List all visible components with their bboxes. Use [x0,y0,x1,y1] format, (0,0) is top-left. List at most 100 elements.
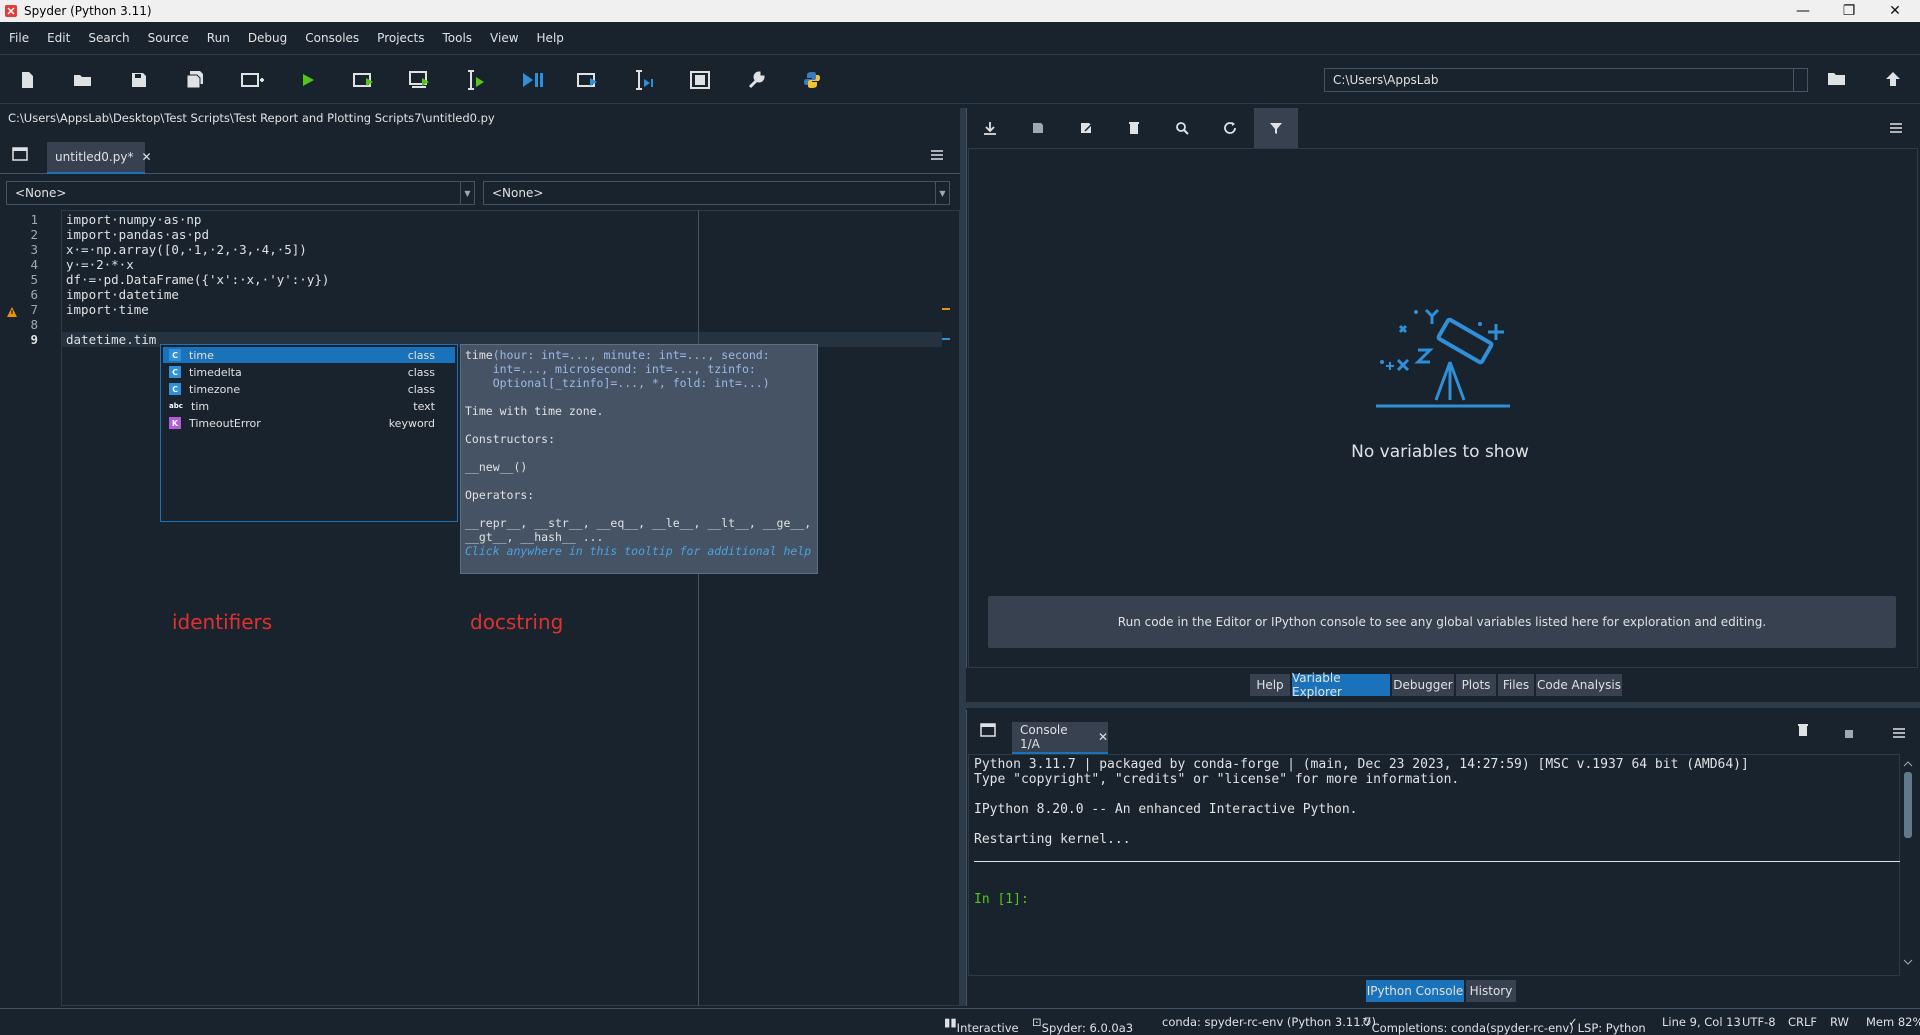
import-data-icon[interactable] [978,116,1002,140]
remove-variables-icon[interactable] [1122,116,1146,140]
tab-console-1a[interactable]: Console 1/A ✕ [1012,722,1108,754]
close-window-button[interactable]: ✕ [1872,0,1918,22]
line-number: 8 [30,317,38,332]
console-scrollbar[interactable] [1902,760,1914,966]
save-data-icon[interactable] [1026,116,1050,140]
code-editor[interactable] [0,210,960,1006]
save-data-as-icon[interactable] [1074,116,1098,140]
right-splitter[interactable] [966,702,1920,708]
tab-plots[interactable]: Plots [1456,674,1496,696]
remove-all-variables-icon[interactable] [1796,722,1814,740]
tab-ipython-console[interactable]: IPython Console [1366,980,1464,1002]
tab-files[interactable]: Files [1498,674,1534,696]
status-eol: CRLF [1788,1015,1818,1029]
status-completions[interactable]: ↻ Completions: conda(spyder-rc-env) [1362,1015,1574,1035]
menu-search[interactable]: Search [79,31,138,45]
run-cell-icon[interactable] [349,65,379,95]
console-options-menu-icon[interactable] [1892,724,1908,738]
menu-debug[interactable]: Debug [239,31,296,45]
tab-untitled0[interactable]: untitled0.py* ✕ [47,142,152,174]
menu-bar: File Edit Search Source Run Debug Consol… [0,22,1920,54]
status-mode[interactable]: ▮▮ Interactive [944,1015,1019,1035]
completion-item-time[interactable]: C time class [163,347,455,363]
completion-item-timezone[interactable]: C timezone class [163,381,455,397]
line-number: 2 [30,227,38,242]
stop-icon[interactable] [1844,724,1858,738]
menu-tools[interactable]: Tools [433,31,481,45]
function-selector-combo[interactable]: <None> ▼ [483,181,950,205]
run-cell-advance-icon[interactable] [405,65,435,95]
completion-item-tim[interactable]: abc tim text [163,398,455,414]
menu-help[interactable]: Help [528,31,573,45]
close-tab-icon[interactable]: ✕ [141,150,151,164]
chevron-down-icon[interactable]: ▼ [460,182,474,204]
refresh-icon[interactable] [1218,116,1242,140]
minimize-button[interactable]: — [1780,0,1826,22]
pane-options-menu-icon[interactable] [1884,116,1908,140]
menu-projects[interactable]: Projects [368,31,433,45]
menu-view[interactable]: View [481,31,527,45]
class-icon: C [169,349,181,361]
docstring-desc: Time with time zone. [465,404,604,418]
completion-kind: class [407,365,435,379]
tab-debugger[interactable]: Debugger [1392,674,1454,696]
search-icon[interactable] [1170,116,1194,140]
run-file-icon[interactable] [293,65,323,95]
class-selector-combo[interactable]: <None> ▼ [6,181,475,205]
new-file-icon[interactable] [12,65,42,95]
tab-code-analysis[interactable]: Code Analysis [1536,674,1622,696]
status-spyder-version[interactable]: ⊡ Spyder: 6.0.0a3 [1032,1015,1133,1035]
debug-cell-icon[interactable] [573,65,603,95]
parent-directory-icon[interactable] [1878,64,1908,94]
warning-icon[interactable] [6,303,18,317]
maximize-button[interactable]: ❐ [1826,0,1872,22]
completion-name: TimeoutError [189,416,261,430]
browse-tabs-icon[interactable] [12,146,32,164]
browse-tabs-icon[interactable] [980,722,1000,740]
debug-selection-icon[interactable] [629,65,659,95]
python-path-manager-icon[interactable] [797,65,827,95]
completion-item-timeouterror[interactable]: K TimeoutError keyword [163,415,455,431]
close-tab-icon[interactable]: ✕ [1098,730,1108,744]
status-env[interactable]: conda: spyder-rc-env (Python 3.11.7) [1162,1015,1376,1029]
maximize-pane-icon[interactable] [685,65,715,95]
filter-icon[interactable] [1264,116,1288,140]
menu-file[interactable]: File [0,31,38,45]
debug-file-icon[interactable] [517,65,547,95]
docstring-tooltip[interactable]: time(hour: int=..., minute: int=..., sec… [460,344,818,574]
line-number: 5 [30,272,38,287]
menu-consoles[interactable]: Consoles [296,31,368,45]
menu-source[interactable]: Source [139,31,198,45]
tab-history[interactable]: History [1466,980,1516,1002]
console-prompt[interactable]: In [1]: [974,892,1029,907]
tab-help[interactable]: Help [1250,674,1290,696]
tab-variable-explorer[interactable]: Variable Explorer [1292,671,1390,699]
line-number: 7 [30,302,38,317]
console-output[interactable] [968,754,1900,976]
completion-list: C time class C timedelta class C timezon… [160,344,458,522]
new-cell-icon[interactable] [237,65,267,95]
status-encoding: UTF-8 [1742,1015,1776,1029]
status-lsp[interactable]: ✓ LSP: Python [1568,1015,1646,1035]
code-line-current: datetime.tim [66,332,157,347]
open-file-icon[interactable] [68,65,98,95]
save-icon[interactable] [124,65,154,95]
console-tab-label: Console 1/A [1020,723,1068,751]
preferences-wrench-icon[interactable] [741,65,771,95]
editor-options-menu-icon[interactable] [930,146,948,164]
chevron-down-icon[interactable]: ▼ [935,182,949,204]
browse-folder-icon[interactable] [1822,64,1852,94]
line-number: 3 [30,242,38,257]
line-number-current: 9 [30,332,38,347]
docstring-operators: __repr__, __str__, __eq__, __le__, __lt_… [465,516,812,530]
docstring-sig: (hour: int=..., minute: int=..., second: [492,348,770,362]
menu-run[interactable]: Run [198,31,239,45]
console-line: IPython 8.20.0 -- An enhanced Interactiv… [974,802,1358,817]
completion-item-timedelta[interactable]: C timedelta class [163,364,455,380]
run-selection-icon[interactable] [461,65,491,95]
working-directory-combo[interactable]: C:\Users\AppsLab [1324,68,1808,92]
menu-edit[interactable]: Edit [38,31,79,45]
chevron-down-icon[interactable] [1793,69,1807,91]
save-all-icon[interactable] [180,65,210,95]
docstring-help-link[interactable]: Click anywhere in this tooltip for addit… [465,544,811,558]
